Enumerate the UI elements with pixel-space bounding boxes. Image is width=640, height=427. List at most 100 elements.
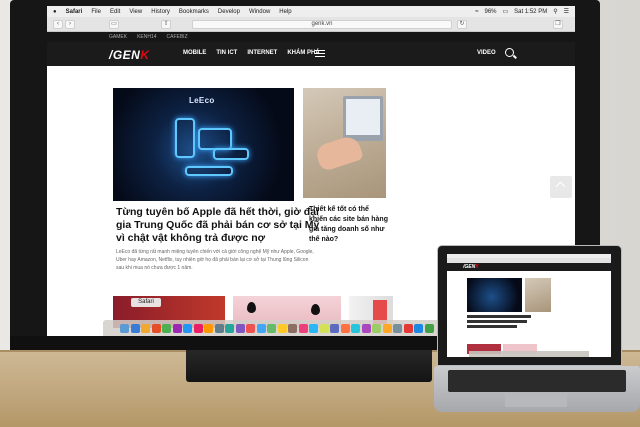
dock-app-icon[interactable] [414,323,424,333]
dock-app-icon[interactable] [340,323,350,333]
mini-dock [469,351,589,357]
mini-logo-suffix: K [475,264,479,270]
menu-history[interactable]: History [151,9,170,15]
dock-app-icon[interactable] [162,323,172,333]
search-icon[interactable] [505,48,514,57]
mini-genk-logo: /GENK [463,264,479,270]
dock-app-icon[interactable] [225,323,235,333]
dock-app-icon[interactable] [393,323,403,333]
dock-app-icon[interactable] [204,323,214,333]
hamburger-menu-icon[interactable] [315,50,325,57]
nav-internet[interactable]: INTERNET [247,50,277,56]
dock-app-icon[interactable] [214,323,224,333]
main-nav: MOBILE TIN ICT INTERNET KHÁM PHÁ [183,50,320,56]
dock-app-icon[interactable] [267,323,277,333]
nav-mobile[interactable]: MOBILE [183,50,206,56]
circuit-glow-shape [213,148,249,160]
dock-app-icon[interactable] [298,323,308,333]
mac-dock [103,320,451,336]
back-to-top-button[interactable] [550,176,572,198]
battery-percent[interactable]: 96% [484,9,496,15]
nav-video[interactable]: VIDEO [477,50,496,56]
mac-menubar: ● Safari File Edit View History Bookmark… [47,6,575,17]
battery-icon[interactable]: ▭ [503,8,509,15]
top-link-gamek[interactable]: GAMEK [109,34,127,40]
menubar-status-area: ≈ 96% ▭ Sat 1:52 PM ⚲ ☰ [475,6,569,17]
hero-article-description: LeEco đã từng rất mạnh miệng tuyên chiến… [116,249,314,271]
share-icon[interactable]: ⇧ [161,20,171,29]
hero-article-title[interactable]: Từng tuyên bố Apple đã hết thời, giờ đại… [116,206,326,245]
mini-navbar: /GENK [447,263,611,271]
circuit-glow-shape [175,118,195,158]
circuit-glow-shape [198,128,232,150]
dock-app-icon[interactable] [403,323,413,333]
menu-safari[interactable]: Safari [66,9,83,15]
photo-laptop-screen [346,99,380,135]
spotlight-icon[interactable]: ⚲ [553,8,557,15]
dock-app-icon[interactable] [309,323,319,333]
side-article-title[interactable]: Thiết kế tốt có thể khiến các site bán h… [309,205,389,245]
dock-app-icon[interactable] [235,323,245,333]
dock-app-icon[interactable] [277,323,287,333]
mini-title-line [467,320,527,323]
dock-app-icon[interactable] [183,323,193,333]
address-bar[interactable]: genk.vn [192,20,452,29]
macbook-keyboard [448,370,626,392]
dock-app-icon[interactable] [361,323,371,333]
dock-app-icon[interactable] [319,323,329,333]
dock-app-icon[interactable] [120,323,130,333]
wifi-icon[interactable]: ≈ [475,9,478,15]
site-navbar: /GENK MOBILE TIN ICT INTERNET KHÁM PHÁ V… [47,42,575,66]
circuit-glow-shape [185,166,233,176]
top-link-kenh14[interactable]: KENH14 [137,34,156,40]
logo-suffix: K [140,48,150,62]
dock-app-icon[interactable] [193,323,203,333]
balloon-icon [311,304,320,315]
reload-icon[interactable]: ↻ [457,20,467,29]
dock-app-icon[interactable] [172,323,182,333]
hero-article-image[interactable]: LeEco [113,88,294,201]
forward-button[interactable]: › [65,20,75,29]
dock-app-icon[interactable] [256,323,266,333]
dock-app-icon[interactable] [151,323,161,333]
genk-logo[interactable]: /GENK [109,48,150,62]
dock-app-icon[interactable] [372,323,382,333]
dock-app-icon[interactable] [130,323,140,333]
mini-side-image [525,278,551,312]
macbook-screen: /GENK [447,254,611,357]
network-links-strip: GAMEK KENH14 CAFEBIZ [47,32,575,42]
back-button[interactable]: ‹ [53,20,63,29]
menubar-clock[interactable]: Sat 1:52 PM [514,9,547,15]
leeco-brand-text: LeEco [189,96,215,105]
dock-app-icon[interactable] [330,323,340,333]
top-link-cafebiz[interactable]: CAFEBIZ [167,34,188,40]
safari-toolbar: ‹ › ▭ ⇧ genk.vn ↻ ❐ [47,17,575,32]
photo-laptop [343,96,383,141]
menu-edit[interactable]: Edit [110,9,120,15]
sidebar-button[interactable]: ▭ [109,20,119,29]
menu-help[interactable]: Help [279,9,291,15]
dock-app-icon[interactable] [424,323,434,333]
menu-window[interactable]: Window [249,9,270,15]
mini-title-line [467,325,517,328]
dock-app-icon[interactable] [288,323,298,333]
notification-center-icon[interactable]: ☰ [564,8,569,15]
macbook-trackpad [505,394,567,407]
monitor-stand-base [186,346,432,382]
logo-prefix: /GEN [109,48,141,62]
tabs-overview-button[interactable]: ❐ [553,20,563,29]
nav-tin-ict[interactable]: TIN ICT [216,50,237,56]
side-article-image[interactable] [303,88,386,198]
dock-app-icon[interactable] [382,323,392,333]
dock-app-icon[interactable] [141,323,151,333]
menu-bookmarks[interactable]: Bookmarks [179,9,209,15]
mini-title-line [467,315,531,318]
dock-app-icon[interactable] [246,323,256,333]
macbook-lid: /GENK [437,245,622,366]
menu-file[interactable]: File [91,9,101,15]
mini-logo-prefix: /GEN [463,264,476,270]
apple-menu-icon[interactable]: ● [53,9,57,15]
dock-app-icon[interactable] [351,323,361,333]
menu-view[interactable]: View [129,9,142,15]
menu-develop[interactable]: Develop [218,9,240,15]
